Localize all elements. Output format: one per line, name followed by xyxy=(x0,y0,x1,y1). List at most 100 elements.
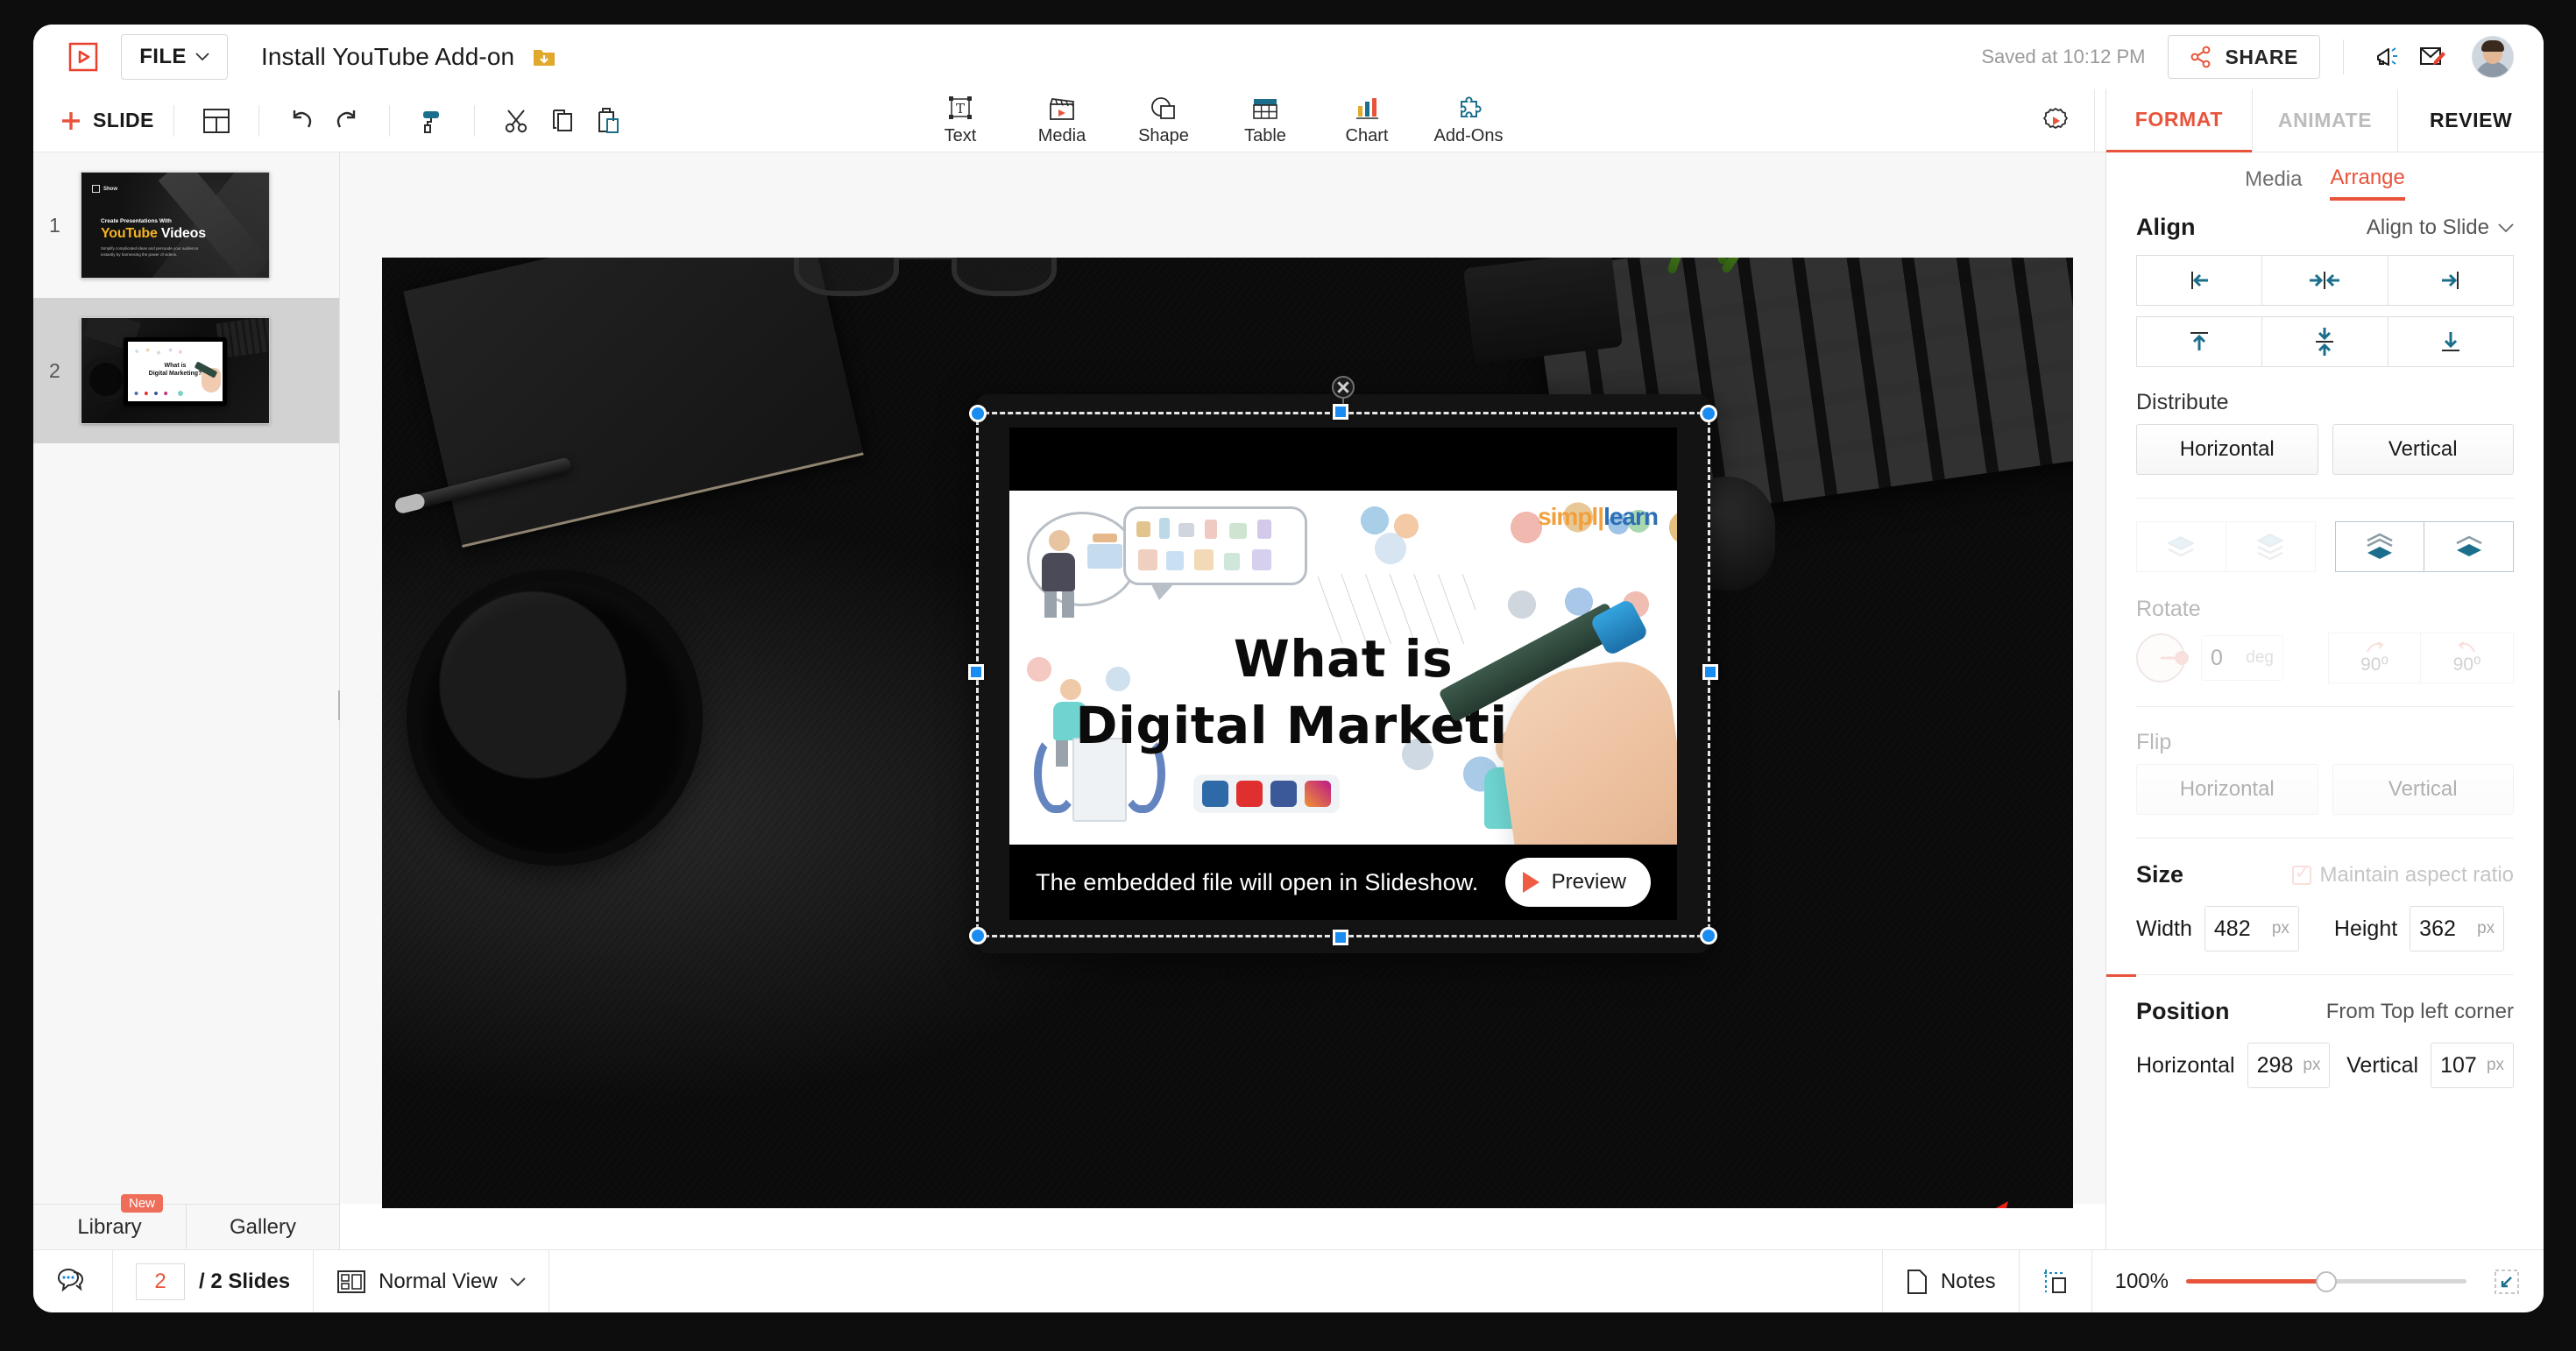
align-top-button[interactable] xyxy=(2136,316,2262,367)
current-slide-input[interactable]: 2 xyxy=(136,1263,185,1300)
view-mode-label: Normal View xyxy=(379,1270,498,1294)
distribute-title: Distribute xyxy=(2136,390,2229,415)
size-fields: Width 482 px Height 362 px xyxy=(2136,906,2514,951)
bring-to-front-button[interactable] xyxy=(2424,521,2514,572)
redo-icon[interactable] xyxy=(324,98,370,144)
embedded-video-footer: The embedded file will open in Slideshow… xyxy=(1009,845,1677,920)
insert-media-button[interactable]: Media xyxy=(1011,89,1113,152)
distribute-vertical-button[interactable]: Vertical xyxy=(2332,424,2515,475)
send-backward-button[interactable] xyxy=(2136,521,2226,572)
tab-review[interactable]: REVIEW xyxy=(2398,89,2544,152)
rotate-clockwise-button[interactable]: 90⁰ xyxy=(2328,633,2421,683)
zoom-slider[interactable] xyxy=(2186,1279,2466,1284)
notes-button[interactable]: Notes xyxy=(1883,1250,2019,1312)
comments-button[interactable] xyxy=(33,1250,112,1312)
slide-canvas[interactable]: simpl|learn What is Digital Marketing? xyxy=(382,258,2073,1208)
copy-icon[interactable] xyxy=(540,98,585,144)
zoho-show-logo-icon[interactable] xyxy=(65,39,102,74)
height-unit: px xyxy=(2477,919,2495,938)
align-right-button[interactable] xyxy=(2388,255,2514,306)
insert-chart-button[interactable]: Chart xyxy=(1316,89,1418,152)
share-button[interactable]: SHARE xyxy=(2168,35,2320,79)
subtab-arrange[interactable]: Arrange xyxy=(2330,166,2404,201)
width-label: Width xyxy=(2136,916,2192,942)
align-mode-dropdown[interactable]: Align to Slide xyxy=(2367,216,2514,240)
align-title: Align xyxy=(2136,214,2196,241)
send-to-back-button[interactable] xyxy=(2226,521,2316,572)
tab-library[interactable]: New Library xyxy=(33,1205,186,1249)
insert-shape-button[interactable]: Shape xyxy=(1113,89,1214,152)
format-painter-icon[interactable] xyxy=(409,98,455,144)
tab-animate[interactable]: ANIMATE xyxy=(2252,89,2399,152)
toolbar-separator-2 xyxy=(258,105,259,137)
zoom-slider-handle[interactable] xyxy=(2316,1271,2337,1292)
align-header: Align Align to Slide xyxy=(2136,214,2514,241)
width-unit: px xyxy=(2272,919,2289,938)
align-vertical-buttons xyxy=(2136,316,2514,367)
compose-feedback-icon[interactable] xyxy=(2410,35,2454,79)
arrange-section: Align Align to Slide xyxy=(2106,214,2544,1088)
width-input[interactable]: 482 px xyxy=(2204,906,2299,951)
add-slide-button[interactable]: SLIDE xyxy=(60,109,154,132)
preview-play-icon xyxy=(1523,872,1539,893)
document-title[interactable]: Install YouTube Add-on xyxy=(261,43,514,71)
flip-vertical-button[interactable]: Vertical xyxy=(2332,764,2515,815)
announcements-megaphone-icon[interactable] xyxy=(2367,35,2410,79)
rotate-section: Rotate 0 deg 90⁰ xyxy=(2136,597,2514,683)
align-bottom-button[interactable] xyxy=(2388,316,2514,367)
preview-button[interactable]: Preview xyxy=(1505,858,1651,907)
embedded-file-message: The embedded file will open in Slideshow… xyxy=(1036,869,1478,896)
saved-status: Saved at 10:12 PM xyxy=(1981,46,2145,68)
guides-toggle-button[interactable] xyxy=(2020,1250,2091,1312)
slide-thumbnail-1[interactable]: 1 Show Create Presentations With YouTube… xyxy=(33,152,339,298)
preview-label: Preview xyxy=(1552,870,1626,895)
align-center-vertical-button[interactable] xyxy=(2262,316,2388,367)
tab-gallery[interactable]: Gallery xyxy=(186,1205,339,1249)
format-panel: FORMAT ANIMATE REVIEW Media Arrange Alig… xyxy=(2105,89,2544,1249)
flip-horizontal-button[interactable]: Horizontal xyxy=(2136,764,2318,815)
horizontal-input[interactable]: 298 px xyxy=(2247,1043,2331,1088)
height-input[interactable]: 362 px xyxy=(2410,906,2504,951)
insert-table-button[interactable]: Table xyxy=(1214,89,1316,152)
rotate-degree-input[interactable]: 0 deg xyxy=(2201,635,2283,681)
share-label: SHARE xyxy=(2225,46,2298,69)
svg-text:T: T xyxy=(956,101,965,117)
fit-to-screen-button[interactable] xyxy=(2482,1250,2544,1312)
fit-screen-icon xyxy=(2493,1268,2521,1296)
slideshow-settings-gear-icon[interactable] xyxy=(2033,98,2078,144)
vertical-value: 107 xyxy=(2440,1053,2477,1079)
embedded-video-object[interactable]: simpl|learn What is Digital Marketing? xyxy=(976,394,1710,953)
bring-forward-button[interactable] xyxy=(2335,521,2425,572)
rotate-counterclockwise-button[interactable]: 90⁰ xyxy=(2421,633,2514,683)
illustration-speech-bubble xyxy=(1123,506,1307,585)
zoom-level-label: 100% xyxy=(2115,1270,2169,1294)
view-mode-selector[interactable]: Normal View xyxy=(314,1250,548,1312)
canvas-area[interactable]: simpl|learn What is Digital Marketing? xyxy=(340,152,2105,1204)
insert-addons-label: Add-Ons xyxy=(1434,126,1504,146)
illustration-oval xyxy=(1027,512,1137,606)
insert-text-label: Text xyxy=(945,126,977,146)
toolbar-divider xyxy=(2343,39,2344,74)
subtab-media[interactable]: Media xyxy=(2245,167,2302,199)
rotate-dial[interactable] xyxy=(2136,633,2185,683)
maintain-aspect-ratio-checkbox[interactable]: Maintain aspect ratio xyxy=(2292,863,2514,888)
paste-icon[interactable] xyxy=(585,98,631,144)
panel-splitter-handle[interactable] xyxy=(335,690,343,720)
align-left-button[interactable] xyxy=(2136,255,2262,306)
horizontal-unit: px xyxy=(2303,1056,2320,1075)
distribute-horizontal-button[interactable]: Horizontal xyxy=(2136,424,2318,475)
user-avatar[interactable] xyxy=(2472,36,2514,78)
vertical-input[interactable]: 107 px xyxy=(2431,1043,2514,1088)
slide-layout-icon[interactable] xyxy=(194,98,239,144)
undo-icon[interactable] xyxy=(279,98,324,144)
slide-thumbnail-2[interactable]: 2 What is Digital Marketing? xyxy=(33,298,339,443)
file-menu-button[interactable]: FILE xyxy=(121,34,228,80)
insert-addons-button[interactable]: Add-Ons xyxy=(1418,89,1519,152)
tab-format[interactable]: FORMAT xyxy=(2106,89,2252,152)
align-center-horizontal-button[interactable] xyxy=(2262,255,2388,306)
slides-panel[interactable]: 1 Show Create Presentations With YouTube… xyxy=(33,152,340,1204)
cut-scissors-icon[interactable] xyxy=(494,98,540,144)
document-save-badge-icon xyxy=(532,45,556,69)
insert-text-button[interactable]: T Text xyxy=(909,89,1011,152)
panel-divider-4 xyxy=(2136,974,2514,975)
